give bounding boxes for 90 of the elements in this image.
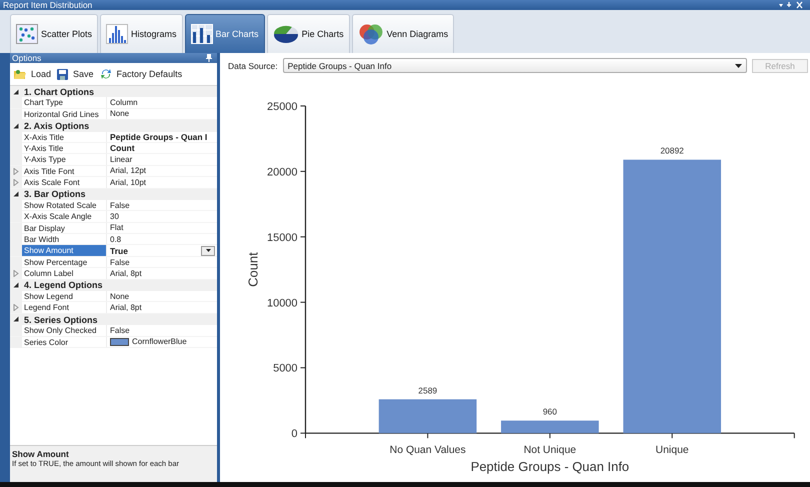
y-tick-label: 25000 [267, 100, 298, 113]
category-title: 4. Legend Options [23, 280, 103, 290]
property-name[interactable]: Legend Font [22, 302, 107, 313]
property-value: Flat [110, 223, 124, 232]
collapse-icon[interactable] [13, 191, 19, 198]
chart-type-tab[interactable]: Scatter Plots [10, 14, 98, 53]
collapse-icon[interactable] [13, 282, 19, 288]
property-value: Column [110, 98, 138, 108]
x-axis-title: Peptide Groups - Quan Info [470, 459, 630, 474]
toolbar-button[interactable]: Save [57, 68, 94, 80]
property-name[interactable]: Bar Display [22, 222, 107, 234]
pie-chart-icon [272, 24, 299, 44]
category-title: 5. Series Options [23, 314, 98, 324]
property-name[interactable]: Show Amount [22, 245, 107, 256]
collapse-icon[interactable] [13, 316, 19, 322]
chart-type-tab[interactable]: Venn Diagrams [352, 14, 454, 53]
property-name[interactable]: Y-Axis Type [22, 154, 107, 165]
property-value: None [110, 292, 130, 301]
caret-icon [206, 249, 210, 252]
property-value: False [110, 200, 130, 210]
category-row[interactable]: 1. Chart Options [10, 86, 217, 98]
property-name[interactable]: X-Axis Scale Angle [22, 211, 107, 222]
x-category-label: No Quan Values [390, 445, 466, 456]
dropdown-arrow-icon [735, 64, 742, 68]
property-value: False [110, 258, 130, 267]
chart-type-tab[interactable]: Pie Charts [266, 14, 350, 53]
property-value: None [110, 109, 130, 118]
property-name[interactable]: Horizontal Grid Lines [22, 108, 107, 120]
category-row[interactable]: 2. Axis Options [10, 120, 217, 132]
property-name[interactable]: Show Rotated Scale [22, 200, 107, 210]
bar-value-label: 960 [542, 406, 557, 417]
property-name[interactable]: Axis Title Font [22, 166, 107, 176]
property-value: Arial, 8pt [110, 303, 142, 312]
property-value: CornflowerBlue [132, 337, 187, 346]
category-title: 2. Axis Options [23, 120, 90, 131]
property-value: True [110, 246, 128, 256]
window-controls-icon[interactable] [778, 1, 804, 9]
folder-icon [14, 68, 26, 80]
toolbar-button[interactable]: Factory Defaults [100, 68, 182, 80]
category-row[interactable]: 5. Series Options [10, 314, 217, 326]
property-name[interactable]: Axis Scale Font [22, 177, 107, 188]
property-value: Linear [110, 155, 132, 164]
property-name[interactable]: Show Legend [22, 291, 107, 302]
y-tick-label: 0 [291, 428, 298, 440]
property-name[interactable]: Bar Width [22, 234, 107, 244]
refresh-icon [100, 68, 112, 80]
property-value: Arial, 10pt [110, 178, 146, 187]
x-category-label: Not Unique [524, 445, 576, 456]
property-name[interactable]: Show Only Checked [22, 325, 107, 336]
y-axis-title: Count [246, 252, 261, 287]
description-title: Show Amount [12, 449, 70, 459]
panel-title: Options [12, 53, 42, 63]
category-row[interactable]: 3. Bar Options [10, 188, 217, 200]
data-source-label: Data Source: [228, 60, 278, 71]
collapse-icon[interactable] [13, 122, 19, 129]
property-value: 0.8 [110, 234, 122, 244]
property-value: Arial, 12pt [110, 166, 146, 176]
property-name[interactable]: X-Axis Title [22, 132, 107, 142]
chart-type-tab[interactable]: Histograms [100, 14, 183, 53]
property-name[interactable]: Column Label [22, 268, 107, 279]
y-tick-label: 20000 [267, 166, 298, 178]
category-row[interactable]: 4. Legend Options [10, 280, 217, 292]
bar-value-label: 20892 [660, 146, 684, 156]
collapse-icon[interactable] [13, 88, 19, 94]
property-value: Peptide Groups - Quan I [110, 132, 208, 142]
dropdown-button[interactable] [201, 246, 215, 256]
y-tick-label: 10000 [267, 297, 298, 310]
scatter-plot-icon [16, 24, 38, 44]
pin-icon[interactable] [206, 54, 212, 62]
data-source-dropdown[interactable]: Peptide Groups - Quan Info [282, 58, 747, 74]
category-title: 1. Chart Options [23, 86, 94, 97]
property-value: Arial, 8pt [110, 268, 142, 278]
bar-value-label: 2589 [418, 385, 438, 396]
property-value: False [110, 326, 130, 335]
venn-diagram-icon [358, 23, 384, 45]
property-name[interactable]: Series Color [22, 336, 107, 347]
chart-type-tab[interactable]: Bar Charts [184, 14, 265, 53]
property-value: Count [110, 143, 135, 154]
toolbar-button[interactable]: Load [14, 68, 52, 80]
x-category-label: Unique [656, 445, 689, 456]
category-title: 3. Bar Options [23, 189, 86, 200]
property-value: 30 [110, 212, 119, 221]
property-name[interactable]: Show Percentage [22, 256, 107, 268]
bar-chart-icon [190, 24, 213, 44]
property-name[interactable]: Y-Axis Title [22, 142, 107, 154]
y-tick-label: 5000 [273, 362, 298, 375]
property-name[interactable]: Chart Type [22, 97, 107, 108]
window-title: Report Item Distribution [3, 0, 92, 10]
y-tick-label: 15000 [267, 232, 298, 244]
histogram-icon [106, 24, 128, 44]
